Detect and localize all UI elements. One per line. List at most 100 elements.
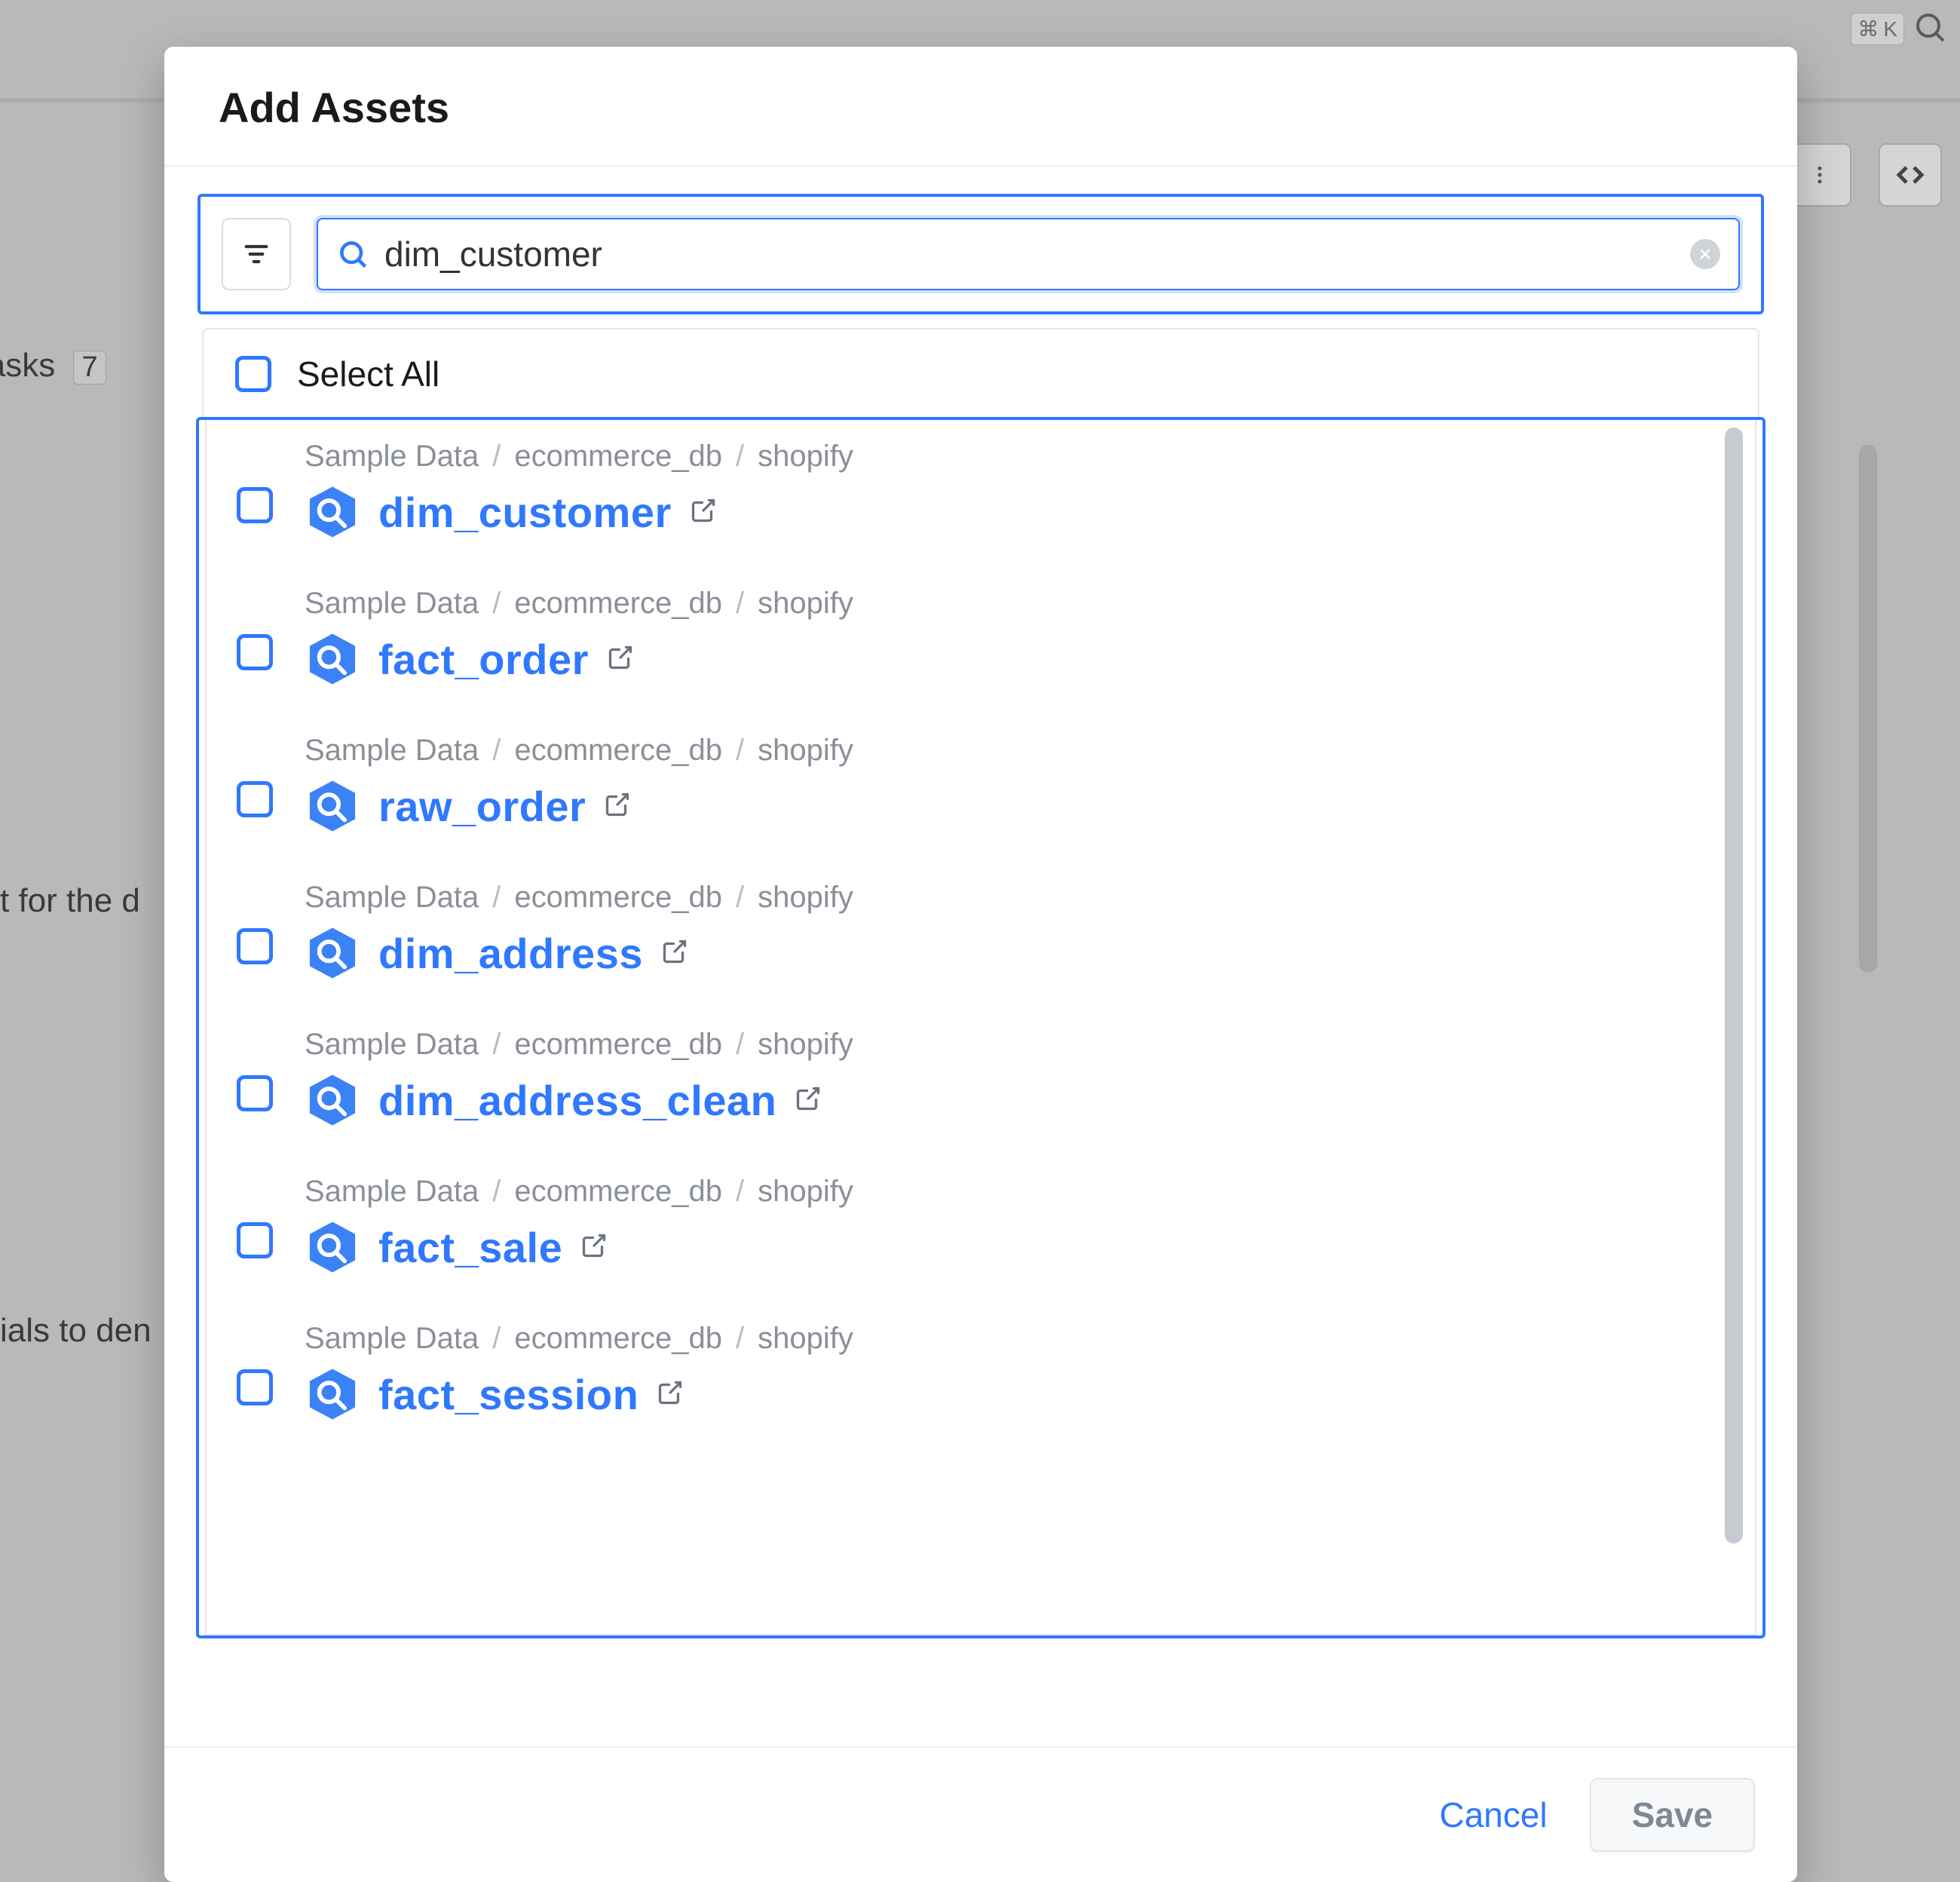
breadcrumb-separator: / [492, 1322, 501, 1356]
breadcrumb-segment: Sample Data [305, 1028, 479, 1062]
asset-name-link[interactable]: dim_address [378, 929, 643, 978]
breadcrumb: Sample Data/ecommerce_db/shopify [305, 587, 1725, 621]
external-link-icon[interactable] [661, 938, 688, 969]
bigquery-table-icon [305, 1072, 360, 1128]
results-scrollbar[interactable] [1725, 428, 1743, 1543]
asset-name-link[interactable]: fact_session [378, 1370, 639, 1419]
breadcrumb-separator: / [492, 881, 501, 915]
clear-search-button[interactable] [1690, 239, 1720, 269]
breadcrumb-segment: ecommerce_db [514, 587, 722, 621]
breadcrumb: Sample Data / ecommerce_db / shopify [305, 1028, 1725, 1062]
search-input[interactable] [384, 234, 1675, 274]
breadcrumb-segment: Sample Data [305, 734, 479, 768]
asset-line: dim_customer [305, 484, 1725, 540]
shortcut-key: K [1883, 17, 1897, 41]
filter-button[interactable] [222, 218, 291, 290]
asset-line: fact_session [305, 1366, 1725, 1422]
breadcrumb-segment: shopify [758, 881, 853, 915]
asset-name-link[interactable]: fact_sale [378, 1223, 562, 1272]
external-link-icon[interactable] [795, 1085, 822, 1116]
external-link-icon[interactable] [604, 791, 631, 822]
breadcrumb-separator: / [736, 1028, 744, 1062]
result-main: Sample Data/ecommerce_db/shopify raw_ord… [305, 734, 1725, 834]
results-list: Sample Data / ecommerce_db / shopify dim_cus… [207, 420, 1755, 1449]
breadcrumb: Sample Data/ecommerce_db/shopify [305, 734, 1725, 768]
asset-name-link[interactable]: raw_order [378, 782, 586, 831]
select-all-row[interactable]: Select All [202, 328, 1759, 417]
keyboard-shortcut-hint: ⌘ K [1851, 13, 1904, 45]
page-scrollbar[interactable] [1859, 445, 1877, 973]
result-row[interactable]: Sample Data/ecommerce_db/shopify dim_cus… [237, 420, 1725, 567]
cancel-button[interactable]: Cancel [1439, 1795, 1547, 1835]
result-checkbox[interactable] [237, 928, 273, 964]
breadcrumb-segment: ecommerce_db [514, 1175, 722, 1209]
cmd-glyph: ⌘ [1857, 17, 1879, 41]
result-checkbox[interactable] [237, 634, 273, 670]
breadcrumb-segment: ecommerce_db [514, 881, 722, 915]
breadcrumb-separator: / [492, 1175, 501, 1209]
search-icon [336, 238, 369, 271]
select-all-checkbox[interactable] [235, 356, 271, 392]
result-checkbox[interactable] [237, 487, 273, 523]
breadcrumb-separator: / [492, 1028, 501, 1062]
external-link-icon[interactable] [607, 644, 634, 675]
obscured-left-text: t for the d ials to den [0, 882, 173, 1742]
result-checkbox[interactable] [237, 1369, 273, 1405]
breadcrumb-segment: Sample Data [305, 1322, 479, 1356]
breadcrumb-separator: / [736, 734, 744, 768]
global-search-icon[interactable] [1912, 9, 1948, 49]
result-main: Sample Data / ecommerce_db / shopify dim_add… [305, 1028, 1725, 1128]
breadcrumb-segment: shopify [758, 1028, 853, 1062]
asset-line: raw_order [305, 778, 1725, 834]
breadcrumb-separator: / [736, 587, 744, 621]
result-checkbox[interactable] [237, 1222, 273, 1258]
nav-count-badge: 7 [73, 351, 106, 385]
asset-name-link[interactable]: fact_order [378, 635, 589, 684]
asset-line: dim_address_clean [305, 1072, 1725, 1128]
more-menu-icon[interactable] [1788, 143, 1851, 207]
asset-line: fact_order [305, 631, 1725, 687]
results-area: Sample Data / ecommerce_db / shopify dim_cus… [196, 417, 1766, 1638]
breadcrumb-segment: shopify [758, 440, 853, 474]
asset-line: dim_address [305, 925, 1725, 981]
search-area [198, 194, 1764, 314]
breadcrumb-separator: / [736, 1322, 744, 1356]
bigquery-table-icon [305, 1219, 360, 1275]
breadcrumb-segment: shopify [758, 587, 853, 621]
result-checkbox[interactable] [237, 1075, 273, 1111]
result-row[interactable]: Sample Data / ecommerce_db / shopify fact_sa… [237, 1155, 1725, 1302]
breadcrumb: Sample Data/ecommerce_db/shopify [305, 440, 1725, 474]
select-all-label: Select All [297, 354, 439, 394]
modal-body: Select All Sample Data / ecommerce_db / shop… [164, 167, 1797, 1746]
breadcrumb-segment: ecommerce_db [514, 440, 722, 474]
breadcrumb-segment: Sample Data [305, 440, 479, 474]
result-main: Sample Data/ecommerce_db/shopify dim_add… [305, 881, 1725, 981]
result-row[interactable]: Sample Data/ecommerce_db/shopify fact_se… [237, 1302, 1725, 1449]
breadcrumb-segment: Sample Data [305, 1175, 479, 1209]
search-box[interactable] [317, 218, 1740, 290]
bigquery-table-icon [305, 631, 360, 687]
add-assets-modal: Add Assets Select All Sample Data [164, 47, 1797, 1882]
code-view-icon[interactable] [1879, 143, 1942, 207]
breadcrumb-separator: / [736, 1175, 744, 1209]
asset-name-link[interactable]: dim_address_clean [378, 1076, 776, 1125]
external-link-icon[interactable] [690, 497, 717, 528]
breadcrumb-segment: ecommerce_db [514, 1028, 722, 1062]
breadcrumb-segment: shopify [758, 1175, 853, 1209]
result-row[interactable]: Sample Data/ecommerce_db/shopify dim_add… [237, 861, 1725, 1008]
breadcrumb-segment: Sample Data [305, 881, 479, 915]
modal-title: Add Assets [219, 83, 1743, 132]
result-row[interactable]: Sample Data/ecommerce_db/shopify raw_ord… [237, 714, 1725, 861]
close-icon [1698, 247, 1713, 262]
save-button[interactable]: Save [1590, 1778, 1755, 1852]
result-row[interactable]: Sample Data / ecommerce_db / shopify dim_add… [237, 1008, 1725, 1155]
filter-icon [241, 239, 271, 269]
result-checkbox[interactable] [237, 781, 273, 817]
breadcrumb-segment: shopify [758, 734, 853, 768]
asset-name-link[interactable]: dim_customer [378, 488, 672, 537]
result-main: Sample Data/ecommerce_db/shopify fact_se… [305, 1322, 1725, 1422]
external-link-icon[interactable] [657, 1379, 684, 1410]
breadcrumb-separator: / [492, 734, 501, 768]
result-row[interactable]: Sample Data/ecommerce_db/shopify fact_or… [237, 567, 1725, 714]
external-link-icon[interactable] [580, 1232, 608, 1263]
